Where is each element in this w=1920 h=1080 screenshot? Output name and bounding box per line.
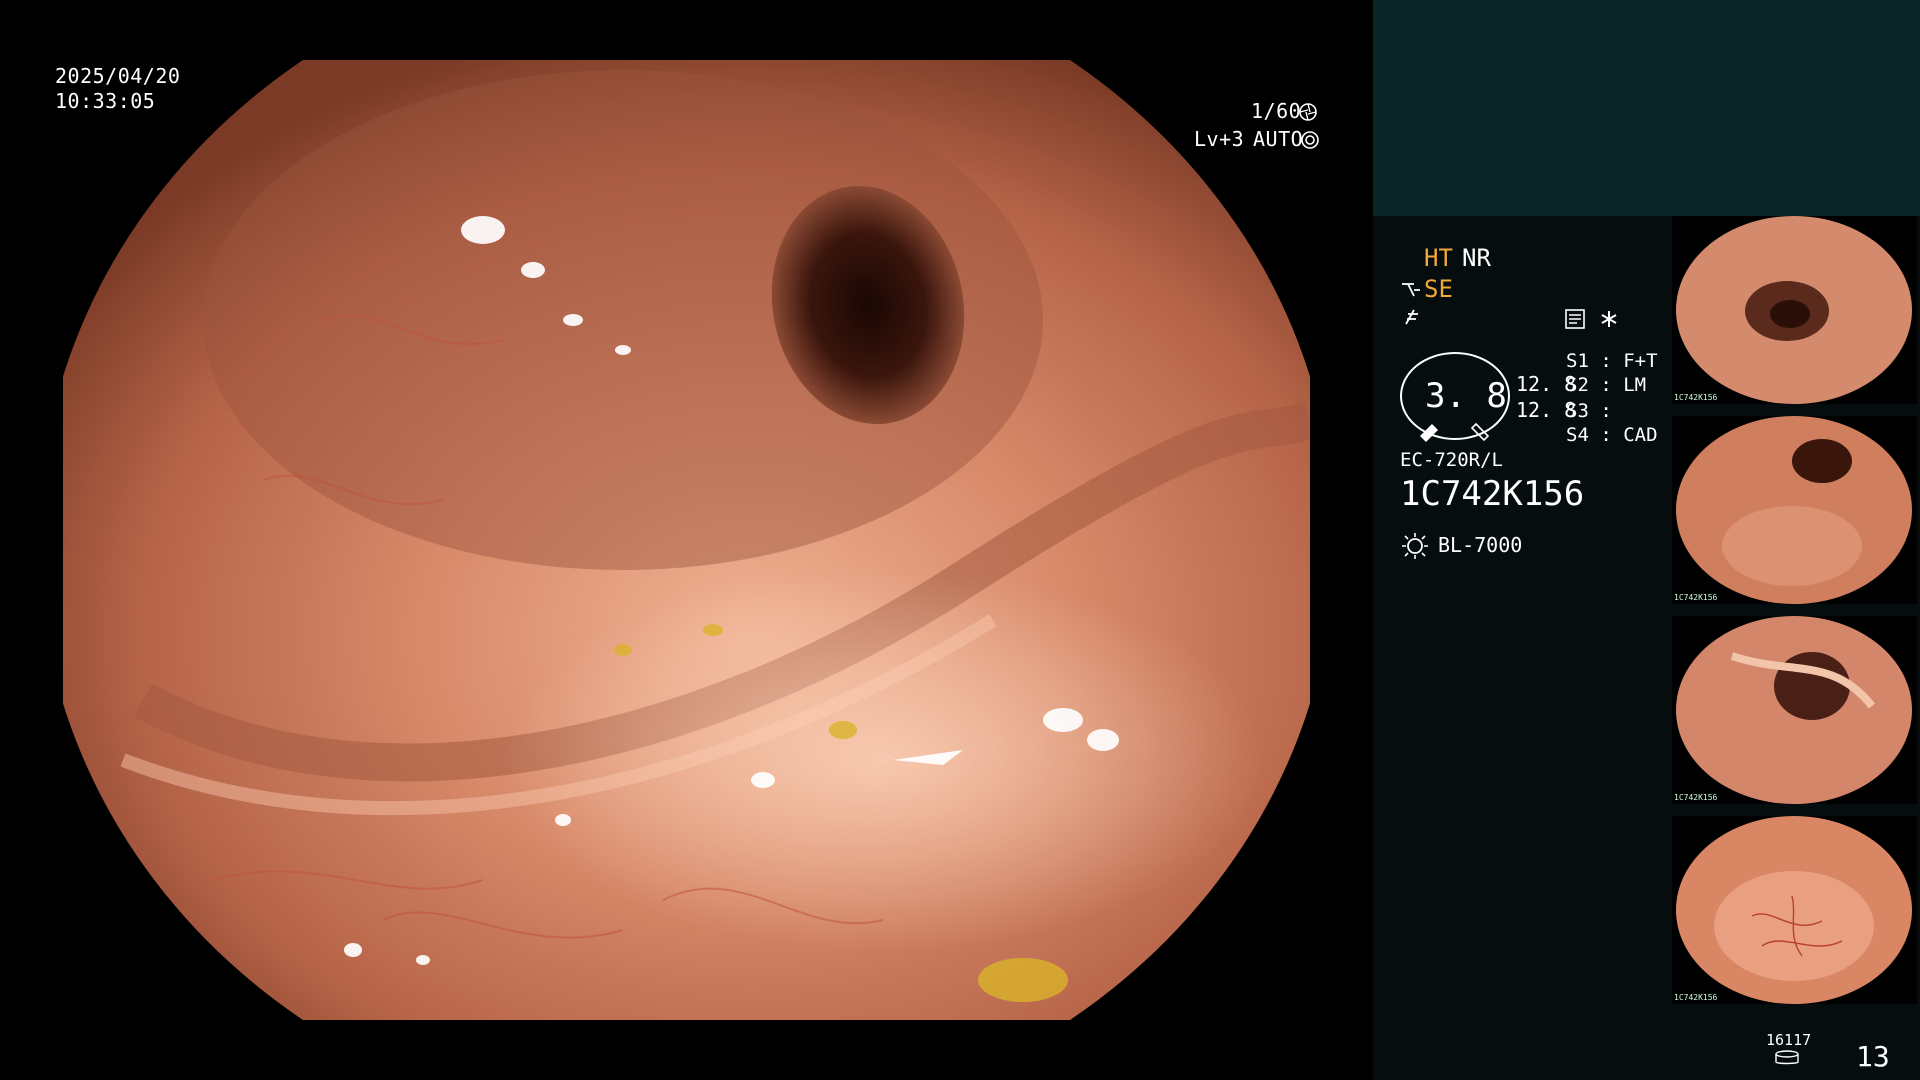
- panel-header-area: [1373, 0, 1920, 216]
- thumbnail-2[interactable]: 1C742K156: [1672, 416, 1917, 604]
- se-indicator: SE: [1424, 275, 1453, 303]
- time-label: 10:33:05: [55, 89, 156, 113]
- level-label: Lv+3: [1194, 127, 1245, 151]
- thumbnail-caption: 1C742K156: [1674, 793, 1718, 802]
- thumbnail-1[interactable]: 1C742K156: [1672, 216, 1917, 404]
- s4-setting: S4 : CAD: [1566, 424, 1658, 446]
- freeze-icon: [1405, 309, 1418, 325]
- thumbnail-image: [1672, 816, 1917, 1004]
- storage-count: 16117: [1766, 1031, 1812, 1049]
- thumbnail-caption: 1C742K156: [1674, 593, 1718, 602]
- thumbnail-caption: 1C742K156: [1674, 393, 1718, 402]
- date-label: 2025/04/20: [55, 64, 181, 88]
- zoom-value: 3. 8: [1425, 376, 1507, 416]
- thumbnail-image: [1672, 216, 1917, 404]
- s3-setting: S3 :: [1566, 400, 1612, 422]
- se-scope-icon: [1402, 283, 1420, 297]
- asterisk-icon: [1601, 311, 1617, 327]
- exposure-mode-label: AUTO: [1253, 127, 1304, 151]
- endoscope-main-view: [63, 60, 1310, 1020]
- nr-indicator: NR: [1462, 244, 1491, 272]
- s1-setting: S1 : F+T: [1566, 350, 1658, 372]
- thumbnail-image: [1672, 416, 1917, 604]
- light-source-label: BL-7000: [1438, 533, 1523, 557]
- thumbnail-image: [1672, 616, 1917, 804]
- memo-icon: [1565, 309, 1585, 329]
- colon-image: [63, 60, 1310, 1020]
- ht-indicator: HT: [1424, 244, 1453, 272]
- s2-setting: S2 : LM: [1566, 374, 1647, 396]
- auto-exposure-icon: [1301, 131, 1319, 149]
- thumbnail-caption: 1C742K156: [1674, 993, 1718, 1002]
- scope-serial: 1C742K156: [1400, 474, 1585, 514]
- storage-icon: [1775, 1050, 1799, 1065]
- light-bulb-icon: [1402, 533, 1428, 559]
- shutter-speed-label: 1/60: [1251, 99, 1302, 123]
- shutter-icon: [1299, 103, 1317, 121]
- thumbnail-4[interactable]: 1C742K156: [1672, 816, 1917, 1004]
- zoom-range-marks: [1420, 422, 1490, 442]
- scope-model: EC-720R/L: [1400, 449, 1503, 471]
- thumbnail-3[interactable]: 1C742K156: [1672, 616, 1917, 804]
- image-count: 13: [1856, 1040, 1890, 1073]
